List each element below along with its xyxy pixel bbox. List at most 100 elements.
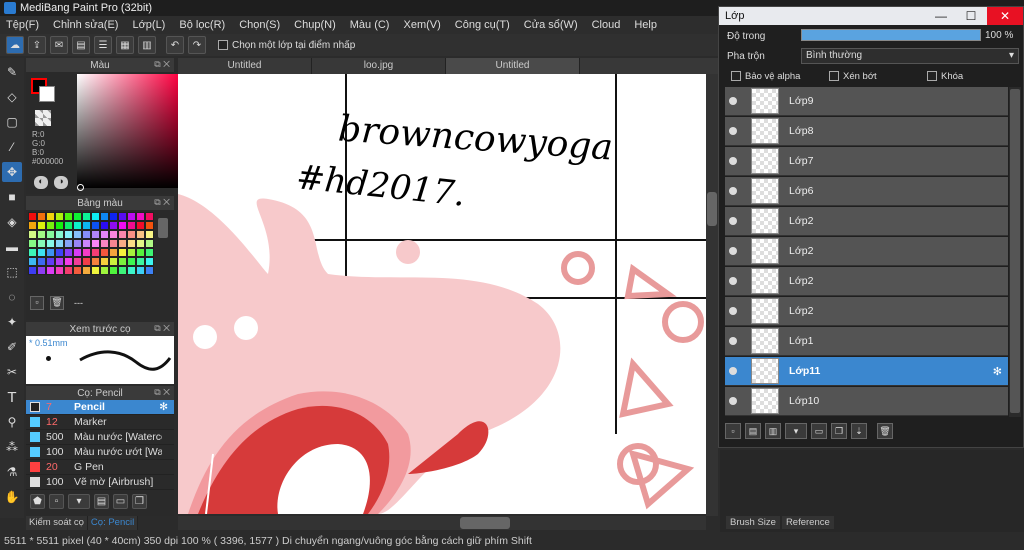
swatch-cell[interactable]: [82, 239, 91, 248]
blend-select[interactable]: Bình thường ▾: [801, 48, 1019, 64]
swatch-cell[interactable]: [46, 266, 55, 275]
swatch-cell[interactable]: [109, 230, 118, 239]
swatch-cell[interactable]: [127, 212, 136, 221]
menu-tools[interactable]: Công cụ(T): [455, 19, 510, 31]
move-tool-icon[interactable]: ✥: [2, 162, 22, 182]
swatch-cell[interactable]: [109, 221, 118, 230]
brush-tool-icon[interactable]: ✎: [2, 62, 22, 82]
fill-rect-icon[interactable]: ■: [2, 187, 22, 207]
swatch-cell[interactable]: [100, 221, 109, 230]
swatch-popout-icon[interactable]: ⧉ ✕: [154, 197, 170, 208]
protect-alpha-toggle[interactable]: Bảo vệ alpha: [725, 69, 823, 83]
layer-row[interactable]: Lớp6: [725, 177, 1008, 206]
bucket-tool-icon[interactable]: ◈: [2, 212, 22, 232]
brush-settings-icon[interactable]: ▤: [94, 494, 109, 509]
new-layer-icon[interactable]: ▫: [725, 423, 741, 439]
add-brush-icon[interactable]: ⬟: [30, 494, 45, 509]
swatch-cell[interactable]: [100, 212, 109, 221]
panel-popout-icon[interactable]: ⧉ ✕: [154, 59, 170, 70]
swatch-cell[interactable]: [46, 239, 55, 248]
swatch-cell[interactable]: [91, 239, 100, 248]
brush-copy-icon[interactable]: ❐: [132, 494, 147, 509]
swatch-cell[interactable]: [37, 257, 46, 266]
swatch-cell[interactable]: [109, 248, 118, 257]
swatch-cell[interactable]: [46, 257, 55, 266]
layer-scroll-thumb[interactable]: [1010, 89, 1020, 413]
swatch-cell[interactable]: [145, 257, 154, 266]
swatch-cell[interactable]: [100, 239, 109, 248]
tab-brush-size[interactable]: Brush Size: [726, 516, 780, 529]
swatch-cell[interactable]: [127, 221, 136, 230]
doc-tab[interactable]: Untitled: [446, 58, 580, 74]
swatch-cell[interactable]: [55, 230, 64, 239]
eye-icon[interactable]: [729, 337, 737, 345]
swatch-cell[interactable]: [91, 230, 100, 239]
swatch-cell[interactable]: [82, 221, 91, 230]
swatch-cell[interactable]: [127, 248, 136, 257]
swatch-cell[interactable]: [145, 221, 154, 230]
gear-icon[interactable]: ✻: [993, 365, 1002, 378]
swatch-cell[interactable]: [28, 212, 37, 221]
swatch-cell[interactable]: [136, 221, 145, 230]
swatch-cell[interactable]: [64, 230, 73, 239]
swatch-cell[interactable]: [28, 239, 37, 248]
menu-view[interactable]: Xem(V): [403, 19, 440, 31]
swatch-cell[interactable]: [64, 212, 73, 221]
swatch-cell[interactable]: [73, 230, 82, 239]
layer-row[interactable]: Lớp1: [725, 327, 1008, 356]
menu-color[interactable]: Màu (C): [350, 19, 390, 31]
layer-row[interactable]: Lớp7: [725, 147, 1008, 176]
brush-row[interactable]: 20 G Pen: [26, 460, 174, 475]
swatch-cell[interactable]: [136, 239, 145, 248]
swatch-cell[interactable]: [127, 230, 136, 239]
swatch-cell[interactable]: [91, 212, 100, 221]
canvas-horizontal-scrollbar[interactable]: [178, 516, 706, 530]
doc-tab[interactable]: loo.jpg: [312, 58, 446, 74]
swatch-cell[interactable]: [73, 248, 82, 257]
swatch-cell[interactable]: [100, 248, 109, 257]
menu-filter[interactable]: Bộ lọc(R): [179, 19, 225, 31]
tab-brush-pencil[interactable]: Cọ: Pencil: [87, 516, 139, 530]
swatch-cell[interactable]: [37, 266, 46, 275]
new-halftone-layer-icon[interactable]: ▤: [745, 423, 761, 439]
swatch-cell[interactable]: [100, 266, 109, 275]
brush-popout-icon[interactable]: ⧉ ✕: [154, 387, 170, 398]
delete-layer-icon[interactable]: 🗑: [877, 423, 893, 439]
layer-row[interactable]: Lớp2: [725, 207, 1008, 236]
swatch-cell[interactable]: [127, 266, 136, 275]
menu-window[interactable]: Cửa sổ(W): [524, 19, 578, 31]
comment-icon[interactable]: ✉: [50, 36, 68, 54]
swatch-cell[interactable]: [118, 221, 127, 230]
columns-icon[interactable]: ▥: [138, 36, 156, 54]
swatch-cell[interactable]: [82, 230, 91, 239]
lock-toggle[interactable]: Khóa: [921, 69, 1019, 83]
tab-brush-control[interactable]: Kiểm soát cọ: [26, 516, 88, 530]
swatch-cell[interactable]: [73, 221, 82, 230]
swatch-cell[interactable]: [145, 230, 154, 239]
eye-icon[interactable]: [729, 127, 737, 135]
swatch-cell[interactable]: [127, 257, 136, 266]
swatch-cell[interactable]: [118, 212, 127, 221]
swatch-cell[interactable]: [82, 257, 91, 266]
new-swatch-icon[interactable]: ▫: [30, 296, 44, 310]
brush-row[interactable]: 7 Pencil ✻: [26, 400, 174, 415]
swatch-cell[interactable]: [91, 266, 100, 275]
swatch-cell[interactable]: [55, 212, 64, 221]
swatch-cell[interactable]: [37, 239, 46, 248]
swatch-cell[interactable]: [118, 239, 127, 248]
menu-layer[interactable]: Lớp(L): [132, 19, 165, 31]
eye-icon[interactable]: [729, 97, 737, 105]
swatch-cell[interactable]: [55, 257, 64, 266]
brush-folder-icon[interactable]: ▭: [113, 494, 128, 509]
eye-icon[interactable]: [729, 187, 737, 195]
swatch-cell[interactable]: [100, 230, 109, 239]
menu-cloud[interactable]: Cloud: [592, 19, 621, 31]
rect-tool-icon[interactable]: ▢: [2, 112, 22, 132]
canvas-vertical-scrollbar[interactable]: [706, 74, 718, 516]
preview-popout-icon[interactable]: ⧉ ✕: [154, 323, 170, 334]
layer-row[interactable]: Lớp8: [725, 117, 1008, 146]
document-icon[interactable]: ▤: [72, 36, 90, 54]
swatch-scrollbar[interactable]: [158, 218, 168, 238]
swatch-cell[interactable]: [64, 239, 73, 248]
swatch-cell[interactable]: [127, 239, 136, 248]
